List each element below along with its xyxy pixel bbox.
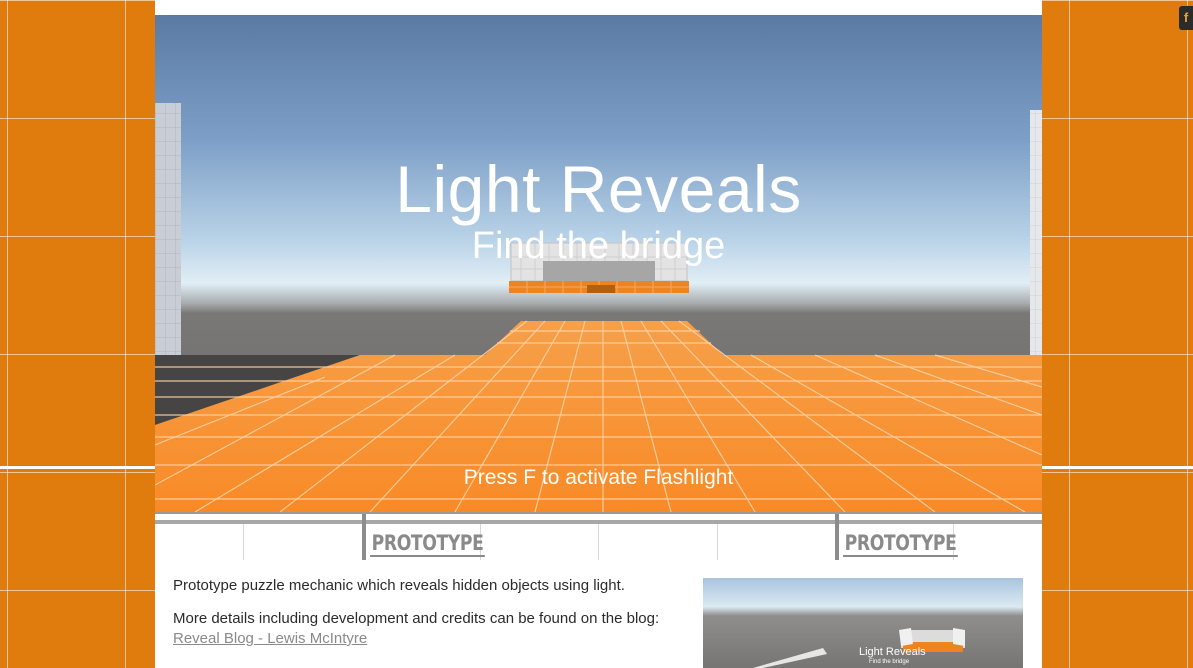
game-title: Light Reveals [395,152,802,226]
prototype-label: PROTOTYPE [843,531,959,557]
flashlight-hint: Press F to activate Flashlight [463,466,734,489]
game-description: Prototype puzzle mechanic which reveals … [173,576,693,649]
banner-bar [362,514,366,560]
screenshot-thumbnail[interactable]: Light Reveals Find the bridge [703,578,1023,668]
description-line: More details including development and c… [173,610,660,627]
banner-tick [598,524,599,560]
prototype-banner: PROTOTYPE PROTOTYPE [155,512,1042,566]
banner-bar [835,514,839,560]
game-canvas[interactable]: Light Reveals Find the bridge Press F to… [155,15,1042,512]
blog-link[interactable]: Reveal Blog - Lewis McIntyre [173,629,693,649]
thumbnail-title: Light Reveals [859,646,926,658]
thumbnail-subtitle: Find the bridge [869,659,910,665]
description-line: Prototype puzzle mechanic which reveals … [173,577,625,594]
fullscreen-button[interactable]: f [1179,6,1193,30]
game-page: Light Reveals Find the bridge Press F to… [155,0,1042,668]
banner-tick [717,524,718,560]
game-subtitle: Find the bridge [471,225,726,267]
prototype-label: PROTOTYPE [370,531,486,557]
banner-tick [243,524,244,560]
